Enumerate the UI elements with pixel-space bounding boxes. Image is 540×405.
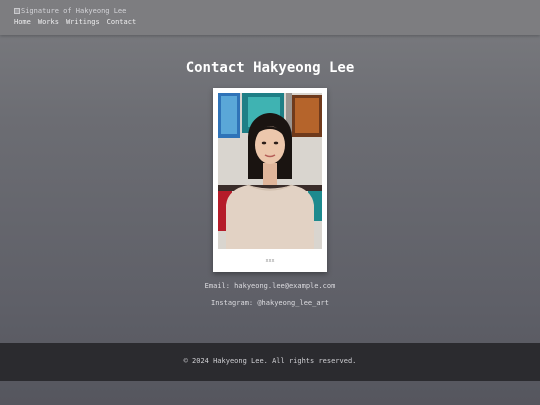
main-nav: Home Works Writings Contact — [14, 18, 136, 26]
instagram-line[interactable]: Instagram: @hakyeong_lee_art — [0, 299, 540, 307]
signature-logo[interactable]: Signature of Hakyeong Lee — [14, 7, 126, 15]
nav-works[interactable]: Works — [38, 18, 59, 26]
portrait-image — [218, 93, 322, 249]
page-title: Contact Hakyeong Lee — [185, 60, 355, 76]
email-line[interactable]: Email: hakyeong.lee@example.com — [0, 282, 540, 290]
portrait-caption: xxx — [265, 258, 275, 264]
copyright-text: © 2024 Hakyeong Lee. All rights reserved… — [183, 357, 357, 365]
logo-alt-text: Signature of Hakyeong Lee — [21, 7, 127, 15]
nav-home[interactable]: Home — [14, 18, 31, 26]
portrait-photo — [218, 93, 322, 249]
nav-writings[interactable]: Writings — [66, 18, 100, 26]
site-footer: © 2024 Hakyeong Lee. All rights reserved… — [0, 343, 540, 381]
portrait-card: xxx — [213, 88, 327, 272]
site-header: Signature of Hakyeong Lee Home Works Wri… — [0, 0, 540, 35]
broken-image-icon — [14, 8, 20, 14]
nav-contact[interactable]: Contact — [107, 18, 137, 26]
